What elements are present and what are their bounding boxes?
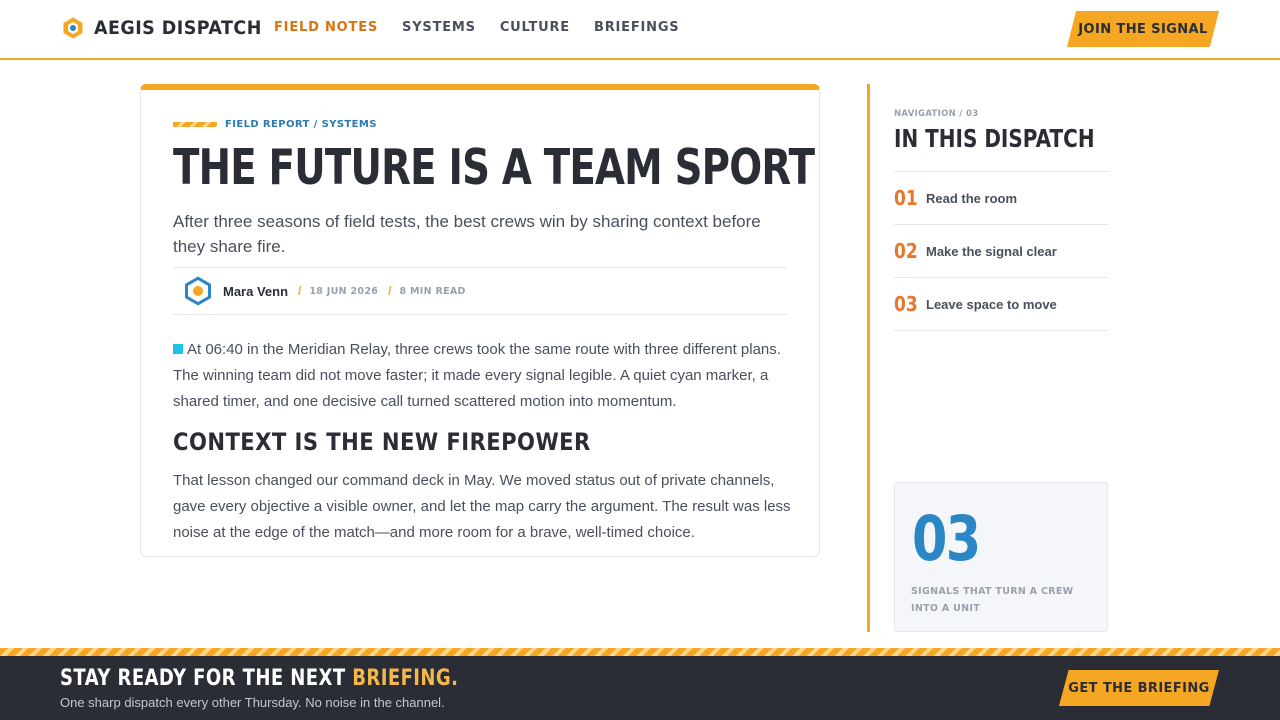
sidebar-divider	[867, 84, 870, 632]
cyan-marker-icon	[173, 344, 183, 354]
table-of-contents: 01 Read the room 02 Make the signal clea…	[894, 171, 1108, 331]
stat-value: 03	[912, 502, 981, 575]
nav-field-notes[interactable]: FIELD NOTES	[274, 20, 378, 35]
toc-number: 03	[894, 292, 918, 316]
article-body: That lesson changed our command deck in …	[173, 472, 791, 541]
sidebar-kicker: NAVIGATION / 03	[894, 109, 979, 119]
stat-callout: 03 SIGNALS THAT TURN A CREW INTO A UNIT	[894, 482, 1108, 632]
site-header: AEGIS DISPATCH FIELD NOTES SYSTEMS CULTU…	[0, 0, 1280, 60]
toc-item-read-the-room[interactable]: 01 Read the room	[894, 172, 1108, 225]
toc-item-leave-space[interactable]: 03 Leave space to move	[894, 278, 1108, 331]
section-heading: CONTEXT IS THE NEW FIREPOWER	[173, 428, 591, 456]
toc-label: Make the signal clear	[926, 243, 1057, 259]
footer-title-accent: BRIEFING.	[352, 666, 459, 691]
footer-title: STAY READY FOR THE NEXT BRIEFING.	[60, 666, 458, 691]
brand-name: AEGIS DISPATCH	[94, 17, 262, 39]
kicker-stripe	[173, 122, 217, 127]
nav-culture[interactable]: CULTURE	[500, 20, 570, 35]
article-subtitle: After three seasons of field tests, the …	[173, 212, 761, 256]
toc-label: Leave space to move	[926, 296, 1057, 312]
toc-number: 02	[894, 239, 918, 263]
article-card: FIELD REPORT / SYSTEMS THE FUTURE IS A T…	[140, 84, 820, 557]
nav-systems[interactable]: SYSTEMS	[402, 20, 476, 35]
toc-number: 01	[894, 186, 918, 210]
author-name[interactable]: Mara Venn	[223, 284, 288, 299]
toc-item-make-signal-clear[interactable]: 02 Make the signal clear	[894, 225, 1108, 278]
author-avatar	[185, 276, 211, 306]
byline-separator: /	[298, 284, 302, 298]
hexagon-logo-icon	[63, 17, 83, 39]
footer-title-main: STAY READY FOR THE NEXT	[60, 666, 353, 691]
article-lead: At 06:40 in the Meridian Relay, three cr…	[173, 337, 787, 415]
brand-logo[interactable]: AEGIS DISPATCH	[61, 16, 276, 40]
stat-label: SIGNALS THAT TURN A CREW INTO A UNIT	[911, 586, 1074, 614]
read-time: 8 MIN READ	[399, 285, 466, 297]
publish-date: 18 JUN 2026	[309, 285, 379, 297]
article-title: THE FUTURE IS A TEAM SPORT	[173, 139, 815, 196]
main-nav: FIELD NOTES SYSTEMS CULTURE BRIEFINGS	[274, 20, 703, 35]
footer-hazard-stripe	[0, 648, 1280, 656]
nav-briefings[interactable]: BRIEFINGS	[594, 20, 679, 35]
get-briefing-button[interactable]: GET THE BRIEFING	[1059, 670, 1219, 706]
byline-separator: /	[388, 284, 392, 298]
footer-subtitle: One sharp dispatch every other Thursday.…	[60, 695, 445, 710]
join-signal-button[interactable]: JOIN THE SIGNAL	[1067, 11, 1219, 47]
newsletter-footer: STAY READY FOR THE NEXT BRIEFING. One sh…	[0, 656, 1280, 720]
article-kicker: FIELD REPORT / SYSTEMS	[173, 119, 377, 130]
category-link[interactable]: FIELD REPORT / SYSTEMS	[225, 119, 377, 130]
sidebar-title: IN THIS DISPATCH	[894, 124, 1095, 153]
lead-text: At 06:40 in the Meridian Relay, three cr…	[173, 341, 781, 410]
article-byline: Mara Venn / 18 JUN 2026 / 8 MIN READ	[173, 267, 787, 315]
toc-label: Read the room	[926, 190, 1018, 206]
